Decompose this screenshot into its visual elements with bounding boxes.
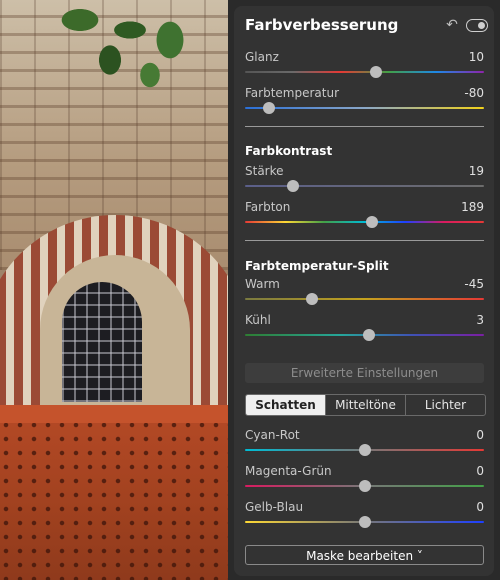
slider-value: 189	[461, 200, 484, 214]
tone-range-tabs: Schatten Mitteltöne Lichter	[245, 394, 486, 416]
slider-label: Stärke	[245, 164, 284, 178]
color-enhancement-panel: Farbverbesserung ↶ Glanz 10 Farbtemperat…	[234, 6, 494, 576]
eye-toggle-icon[interactable]	[466, 19, 488, 32]
slider-track[interactable]	[245, 71, 484, 73]
undo-icon[interactable]: ↶	[444, 17, 460, 33]
section-divider	[245, 240, 484, 241]
slider-value: 19	[468, 164, 484, 178]
photo-perforated-panel	[0, 405, 228, 580]
panel-title: Farbverbesserung	[245, 16, 399, 34]
slider-thumb[interactable]	[286, 180, 299, 192]
slider-track[interactable]	[245, 107, 484, 109]
slider-label: Farbtemperatur	[245, 86, 340, 100]
slider-value: 10	[468, 50, 484, 64]
slider-thumb[interactable]	[363, 329, 376, 341]
slider-track[interactable]	[245, 221, 484, 223]
slider-value: 0	[476, 464, 484, 478]
slider-value: -45	[464, 277, 484, 291]
slider-label: Magenta-Grün	[245, 464, 332, 478]
slider-thumb[interactable]	[305, 293, 318, 305]
section-divider	[245, 126, 484, 127]
slider-track[interactable]	[245, 298, 484, 300]
tab-lichter[interactable]: Lichter	[405, 395, 485, 415]
slider-label: Cyan-Rot	[245, 428, 300, 442]
slider-thumb[interactable]	[365, 216, 378, 228]
slider-value: 3	[476, 313, 484, 327]
advanced-settings-button[interactable]: Erweiterte Einstellungen	[245, 363, 484, 383]
tab-mitteltoene[interactable]: Mitteltöne	[325, 395, 405, 415]
slider-track[interactable]	[245, 185, 484, 187]
slider-label: Kühl	[245, 313, 271, 327]
slider-value: 0	[476, 500, 484, 514]
slider-label: Glanz	[245, 50, 279, 64]
slider-label: Farbton	[245, 200, 291, 214]
slider-thumb[interactable]	[262, 102, 275, 114]
slider-thumb[interactable]	[370, 66, 383, 78]
slider-thumb[interactable]	[358, 516, 371, 528]
tab-schatten[interactable]: Schatten	[246, 395, 325, 415]
photo-canvas	[0, 0, 228, 580]
photo-foliage	[50, 0, 210, 90]
slider-value: 0	[476, 428, 484, 442]
slider-label: Warm	[245, 277, 280, 291]
slider-value: -80	[464, 86, 484, 100]
photo-panel-edge	[0, 405, 228, 423]
edit-mask-button[interactable]: Maske bearbeiten ˅	[245, 545, 484, 565]
section-title-farbkontrast: Farbkontrast	[245, 144, 333, 158]
slider-label: Gelb-Blau	[245, 500, 304, 514]
section-title-split: Farbtemperatur-Split	[245, 259, 389, 273]
photo-grated-window	[62, 282, 142, 402]
slider-thumb[interactable]	[358, 444, 371, 456]
slider-thumb[interactable]	[358, 480, 371, 492]
